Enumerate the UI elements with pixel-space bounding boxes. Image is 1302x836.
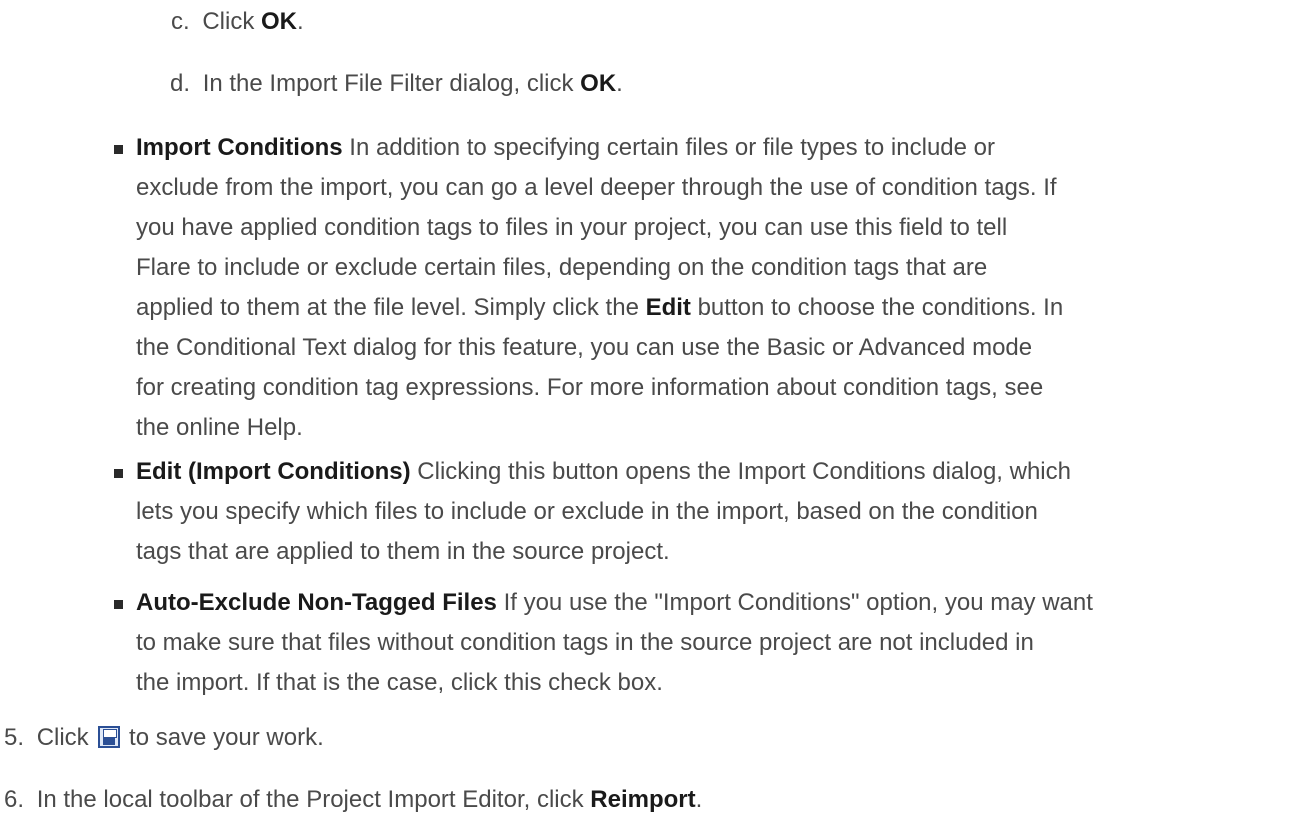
step-punct: . <box>616 70 623 97</box>
bullet-text: to make sure that files without conditio… <box>136 629 1034 656</box>
step-strong: Reimport <box>590 786 696 813</box>
bullet-text: for creating condition tag expressions. … <box>136 374 1044 401</box>
step-marker: d. <box>170 70 191 97</box>
step-marker: c. <box>171 8 190 35</box>
bullet-text: Flare to include or exclude certain file… <box>136 254 988 281</box>
bullet-strong: Edit <box>645 294 691 321</box>
step-punct: . <box>695 786 703 813</box>
bullet-text: In addition to specifying certain files … <box>342 134 995 161</box>
bullet-text: applied to them at the file level. Simpl… <box>136 294 646 321</box>
bullet-marker <box>114 600 123 609</box>
bullet-text: lets you specify which files to include … <box>136 498 1038 525</box>
bullet-term: Auto-Exclude Non-Tagged Files <box>136 589 497 616</box>
step-strong: OK <box>261 8 298 35</box>
bullet-marker <box>114 145 123 154</box>
step-strong: OK <box>580 70 617 97</box>
step-d: d. In the Import File Filter dialog, cli… <box>170 64 623 104</box>
bullet-text: you have applied condition tags to files… <box>136 214 1008 241</box>
bullet-text: button to choose the conditions. In <box>690 294 1064 321</box>
step-marker: 5. <box>4 724 25 751</box>
step-c: c. Click OK. <box>171 2 304 42</box>
bullet-text: Clicking this button opens the Import Co… <box>410 458 1071 485</box>
step-text: to save your work. <box>122 724 324 751</box>
step-text: In the Import File Filter dialog, click <box>202 70 581 97</box>
bullet-term: Edit (Import Conditions) <box>136 458 411 485</box>
step-text: In the local toolbar of the Project Impo… <box>36 786 591 813</box>
bullet-import-conditions: Import Conditions In addition to specify… <box>136 128 1063 448</box>
bullet-text: the online Help. <box>136 414 303 441</box>
step-6: 6. In the local toolbar of the Project I… <box>4 780 702 820</box>
bullet-term: Import Conditions <box>136 134 343 161</box>
bullet-text: the import. If that is the case, click t… <box>136 669 663 696</box>
bullet-edit-import-conditions: Edit (Import Conditions) Clicking this b… <box>136 452 1071 572</box>
step-text: Click <box>202 8 262 35</box>
save-icon <box>98 726 121 748</box>
bullet-text: tags that are applied to them in the sou… <box>136 538 670 565</box>
bullet-text: exclude from the import, you can go a le… <box>136 174 1057 201</box>
bullet-text: If you use the "Import Conditions" optio… <box>496 589 1093 616</box>
step-marker: 6. <box>4 786 25 813</box>
bullet-marker <box>114 469 123 478</box>
step-5: 5. Click to save your work. <box>4 718 324 758</box>
step-punct: . <box>297 8 304 35</box>
bullet-auto-exclude: Auto-Exclude Non-Tagged Files If you use… <box>136 583 1093 703</box>
bullet-text: the Conditional Text dialog for this fea… <box>136 334 1033 361</box>
step-text: Click <box>36 724 96 751</box>
